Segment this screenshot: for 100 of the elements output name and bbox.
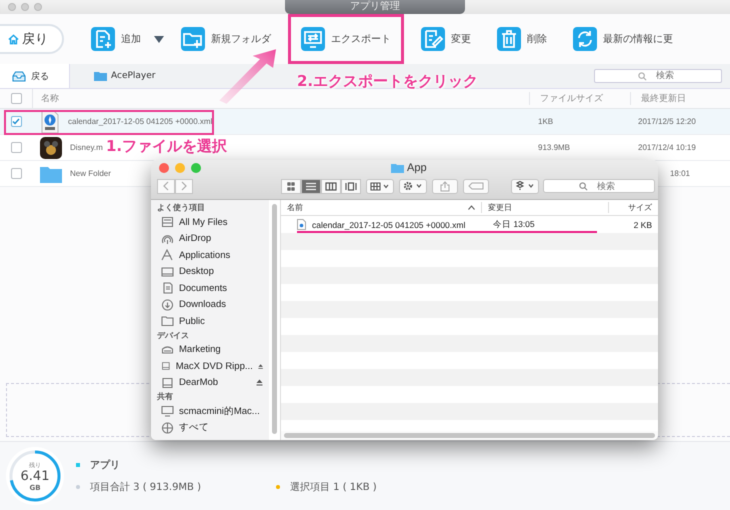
coverflow-view-button[interactable] (341, 178, 361, 194)
annotation-text: 2.エクスポートをクリック (297, 72, 478, 91)
file-size: 2 KB (634, 220, 652, 230)
file-icon (297, 219, 306, 230)
chevron-right-icon (181, 181, 187, 191)
sidebar-item[interactable]: AirDrop (157, 230, 269, 247)
delete-button[interactable]: 削除 (488, 16, 556, 62)
back-tab[interactable]: 戻る (0, 64, 70, 88)
icons-view-button[interactable] (281, 178, 301, 194)
tray-icon (12, 70, 26, 82)
sidebar-item[interactable]: Documents (157, 280, 269, 296)
zoom-button[interactable] (191, 163, 201, 173)
modified-date: 今日 13:05 (493, 218, 535, 228)
window-title: アプリ管理 (285, 0, 465, 14)
file-size: 1KB (538, 117, 554, 126)
legend-label: 選択項目 1 ( 1KB ) (290, 481, 377, 494)
new-folder-icon (181, 27, 205, 51)
scrollbar[interactable] (284, 433, 655, 438)
cover-flow-icon (345, 182, 357, 190)
eject-icon[interactable] (256, 379, 263, 386)
file-name: calendar_2017-12-05 041205 +0000.xml (68, 117, 212, 126)
storage-value: 6.41 (20, 470, 50, 484)
list-view-button[interactable] (301, 178, 321, 194)
table-row[interactable]: calendar_2017-12-05 041205 +0000.xml 1KB 2017/12/5 12:20 (0, 109, 730, 135)
columns-icon (325, 182, 337, 190)
sidebar-item[interactable]: All My Files (157, 214, 269, 230)
select-all-checkbox[interactable] (10, 93, 22, 104)
sidebar-item[interactable]: Marketing (157, 342, 269, 358)
box-icon (515, 181, 535, 191)
column-header[interactable]: 変更日 (488, 203, 512, 212)
columns-view-button[interactable] (321, 178, 341, 194)
desktop-icon (161, 266, 174, 278)
search-icon (579, 182, 588, 191)
drawer-icon (161, 216, 174, 228)
xml-file-icon (40, 110, 60, 134)
arrange-button[interactable] (366, 178, 394, 194)
folder-icon (391, 163, 404, 173)
dropbox-button[interactable] (511, 178, 539, 194)
share-icon (440, 180, 450, 192)
close-button[interactable] (159, 163, 169, 173)
refresh-button[interactable]: 最新の情報に更 (564, 16, 682, 62)
scrollbar[interactable] (272, 204, 277, 434)
network-drive-icon (161, 344, 174, 356)
folder-icon (161, 315, 174, 328)
chevron-left-icon (163, 181, 169, 191)
legend-label: 項目合計 3 ( 913.9MB ) (90, 480, 201, 494)
sidebar-item[interactable]: Applications (157, 247, 269, 264)
sidebar-item[interactable]: MacX DVD Ripp... (157, 358, 269, 374)
folder-icon (94, 71, 107, 81)
arrange-icon (370, 182, 390, 190)
sidebar-item[interactable]: Downloads (157, 296, 269, 313)
add-button[interactable]: 追加 (82, 16, 150, 62)
grid-icon (285, 182, 297, 190)
file-name: New Folder (70, 169, 111, 178)
sort-caret-icon[interactable] (468, 205, 475, 210)
monitor-icon (161, 405, 174, 418)
file-name: calendar_2017-12-05 041205 +0000.xml (312, 220, 466, 230)
action-button[interactable] (399, 178, 427, 194)
airdrop-icon (161, 232, 174, 245)
zoom-button[interactable] (34, 3, 42, 11)
column-header[interactable]: 名称 (41, 92, 59, 105)
column-header[interactable]: 最終更新日 (641, 94, 686, 104)
documents-icon (161, 282, 174, 294)
minimize-button[interactable] (175, 163, 185, 173)
search-field[interactable]: 検索 (594, 69, 722, 83)
back-button[interactable] (157, 178, 175, 194)
sidebar-item[interactable]: Desktop (157, 264, 269, 280)
sidebar-heading: よく使う項目 (157, 202, 206, 214)
gear-icon (403, 181, 423, 191)
share-button[interactable] (432, 178, 458, 194)
file-row[interactable]: calendar_2017-12-05 041205 +0000.xml 今日 13:05 2 KB (281, 216, 658, 233)
dropdown-caret-icon[interactable] (154, 36, 164, 42)
file-name: Disney.m (70, 143, 103, 152)
trash-icon (497, 27, 521, 51)
column-header[interactable]: サイズ (628, 203, 652, 212)
sidebar-item[interactable]: DearMob (157, 374, 269, 391)
tag-button[interactable] (463, 178, 489, 194)
forward-button[interactable] (175, 178, 193, 194)
sidebar-item[interactable]: scmacmini的Mac... (157, 403, 269, 420)
edit-button[interactable]: 変更 (412, 16, 480, 62)
close-button[interactable] (8, 3, 16, 11)
apps-icon (161, 249, 174, 262)
app-icon (40, 136, 62, 158)
monitor-icon (301, 27, 325, 51)
globe-icon (161, 422, 174, 434)
eject-icon[interactable] (258, 362, 263, 370)
checkbox[interactable] (10, 142, 22, 153)
minimize-button[interactable] (21, 3, 29, 11)
column-header[interactable]: 名前 (287, 202, 303, 213)
search-field[interactable]: 検索 (543, 179, 655, 193)
back-button[interactable]: 戻り (0, 24, 64, 54)
path-item[interactable]: AcePlayer (94, 71, 156, 81)
sidebar-item[interactable]: すべて (157, 420, 269, 436)
checkbox[interactable] (10, 168, 22, 179)
folder-icon (40, 164, 62, 182)
list-icon (305, 182, 317, 190)
tag-icon (468, 182, 484, 190)
sidebar-item[interactable]: Public (157, 313, 269, 330)
legend-label: アプリ (90, 458, 120, 472)
checkbox[interactable] (10, 116, 22, 127)
